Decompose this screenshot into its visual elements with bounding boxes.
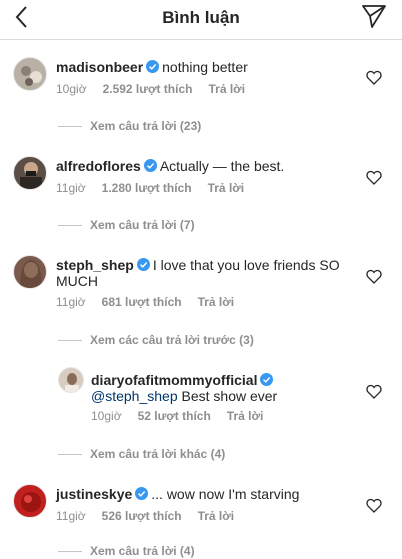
direct-send-icon[interactable] (361, 3, 387, 29)
comment-meta: 10giờ 2.592 lượt thích Trả lời (56, 82, 261, 96)
page-title: Bình luận (162, 8, 240, 27)
view-previous-replies-link[interactable]: Xem các câu trả lời trước (3) (58, 333, 254, 347)
timestamp: 10giờ (56, 82, 87, 96)
comment-text-line: alfredoflores Actually — the best. (56, 158, 284, 174)
view-replies-link[interactable]: Xem câu trả lời (4) (58, 544, 195, 558)
likes-count[interactable]: 681 lượt thích (102, 295, 182, 309)
username[interactable]: alfredoflores (56, 158, 141, 174)
view-replies-link[interactable]: Xem câu trả lời (23) (58, 119, 201, 133)
comment-text-line: madisonbeer nothing better (56, 59, 248, 75)
username[interactable]: justineskye (56, 486, 132, 502)
timestamp: 11giờ (56, 295, 86, 309)
view-replies-link[interactable]: Xem câu trả lời (7) (58, 218, 195, 232)
username[interactable]: diaryofafitmommyofficial (91, 372, 257, 388)
verified-badge-icon (135, 487, 149, 500)
verified-badge-icon (146, 60, 160, 73)
comment-text-line: steph_shep I love that you love friends S… (56, 257, 346, 289)
like-heart-icon[interactable] (366, 498, 382, 513)
view-replies-label: Xem câu trả lời (7) (90, 218, 195, 232)
verified-badge-icon (143, 159, 157, 172)
comment-body: Best show ever (181, 388, 278, 404)
username[interactable]: steph_shep (56, 257, 134, 273)
comment-body: nothing better (162, 59, 248, 75)
divider-dash (58, 225, 82, 227)
view-replies-label: Xem câu trả lời (23) (90, 119, 202, 133)
comment-meta: 11giờ 681 lượt thích Trả lời (56, 295, 250, 309)
view-more-replies-link[interactable]: Xem câu trả lời khác (4) (58, 447, 225, 461)
reply-button[interactable]: Trả lời (227, 409, 264, 423)
reply-button[interactable]: Trả lời (208, 181, 245, 195)
mention-link[interactable]: @steph_shep (91, 388, 178, 404)
avatar[interactable] (13, 156, 47, 190)
timestamp: 11giờ (56, 509, 86, 523)
likes-count[interactable]: 52 lượt thích (138, 409, 211, 423)
username[interactable]: madisonbeer (56, 59, 143, 75)
timestamp: 10giờ (91, 409, 122, 423)
avatar[interactable] (13, 484, 47, 518)
reply-button[interactable]: Trả lời (198, 295, 235, 309)
like-heart-icon[interactable] (366, 269, 382, 284)
likes-count[interactable]: 1.280 lượt thích (102, 181, 192, 195)
likes-count[interactable]: 2.592 lượt thích (103, 82, 193, 96)
comment-meta: 10giờ 52 lượt thích Trả lời (91, 409, 279, 423)
divider-dash (58, 551, 82, 553)
timestamp: 11giờ (56, 181, 86, 195)
avatar[interactable] (13, 57, 47, 91)
reply-button[interactable]: Trả lời (208, 82, 245, 96)
divider-dash (58, 126, 82, 128)
reply-button[interactable]: Trả lời (198, 509, 235, 523)
view-replies-label: Xem câu trả lời khác (4) (90, 447, 226, 461)
comment-text-line: diaryofafitmommyofficial @steph_shep Best… (91, 372, 351, 404)
view-replies-label: Xem các câu trả lời trước (3) (90, 333, 254, 347)
divider-dash (58, 454, 82, 456)
verified-badge-icon (136, 258, 150, 271)
comment-text-line: justineskye ... wow now I'm starving (56, 486, 299, 502)
likes-count[interactable]: 526 lượt thích (102, 509, 182, 523)
view-replies-label: Xem câu trả lời (4) (90, 544, 195, 558)
comment-meta: 11giờ 1.280 lượt thích Trả lời (56, 181, 260, 195)
verified-badge-icon (260, 373, 274, 386)
avatar[interactable] (58, 367, 84, 393)
comment-body: Actually — the best. (159, 158, 285, 174)
comment-meta: 11giờ 526 lượt thích Trả lời (56, 509, 250, 523)
like-heart-icon[interactable] (366, 170, 382, 185)
avatar[interactable] (13, 255, 47, 289)
divider-dash (58, 340, 82, 342)
like-heart-icon[interactable] (366, 70, 382, 85)
like-heart-icon[interactable] (366, 384, 382, 399)
header-bar: Bình luận (0, 0, 402, 40)
comment-body: ... wow now I'm starving (151, 486, 300, 502)
